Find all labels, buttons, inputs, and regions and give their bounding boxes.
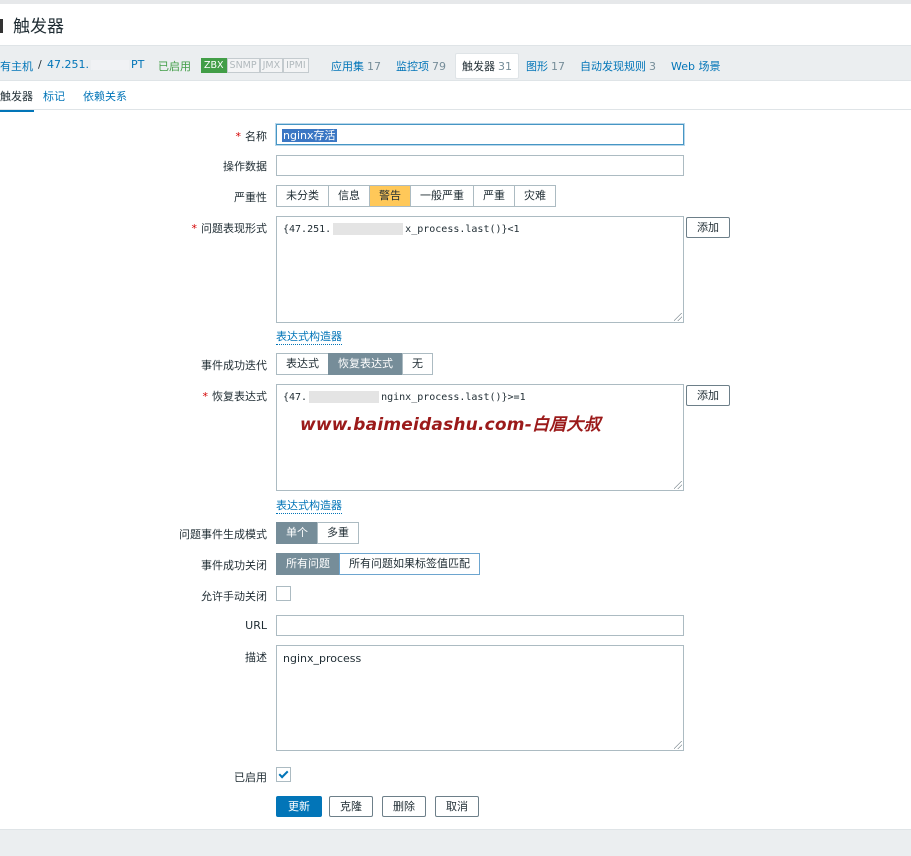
generation-mode-label: 问题事件生成模式	[179, 528, 267, 541]
severity-average[interactable]: 一般严重	[410, 185, 474, 207]
recovery-expression-add-button[interactable]: 添加	[686, 385, 730, 406]
page-title: 触发器	[13, 17, 64, 37]
watermark: www.baimeidashu.com-白眉大叔	[300, 415, 601, 435]
resize-handle-icon[interactable]	[674, 313, 682, 321]
clone-button[interactable]: 克隆	[329, 796, 373, 817]
recovery-expression-builder-link[interactable]: 表达式构造器	[276, 497, 342, 514]
ok-event-none[interactable]: 无	[402, 353, 433, 375]
severity-selector: 未分类 信息 警告 一般严重 严重 灾难	[276, 185, 556, 207]
footer-bar	[0, 829, 911, 856]
sidebar-toggle-icon[interactable]	[0, 19, 3, 33]
enabled-label: 已启用	[234, 771, 267, 784]
breadcrumb-applications[interactable]: 应用集 17	[331, 58, 381, 74]
problem-expression-builder-link[interactable]: 表达式构造器	[276, 328, 342, 345]
generation-mode-multiple[interactable]: 多重	[317, 522, 359, 544]
problem-expression-add-button[interactable]: 添加	[686, 217, 730, 238]
ok-close-all-problems[interactable]: 所有问题	[276, 553, 340, 575]
breadcrumb-all-hosts[interactable]: 有主机	[0, 58, 33, 74]
tab-triggers[interactable]: 触发器	[0, 88, 34, 112]
zbx-badge: ZBX	[201, 58, 227, 73]
manual-close-label: 允许手动关闭	[201, 590, 267, 603]
interface-badges: ZBX SNMP JMX IPMI	[201, 58, 309, 73]
manual-close-checkbox[interactable]	[276, 586, 291, 601]
ok-event-recovery-expression[interactable]: 恢复表达式	[328, 353, 403, 375]
breadcrumb-items[interactable]: 监控项 79	[396, 58, 446, 74]
enabled-checkbox[interactable]	[276, 767, 291, 782]
opdata-input[interactable]	[276, 155, 684, 176]
breadcrumb-graphs[interactable]: 图形 17	[526, 58, 565, 74]
recovery-expression-textarea[interactable]: {47. nginx_process.last()}>=1	[276, 384, 684, 491]
delete-button[interactable]: 删除	[382, 796, 426, 817]
description-textarea[interactable]: nginx_process	[276, 645, 684, 751]
recovery-expression-label: * 恢复表达式	[202, 390, 268, 403]
description-label: 描述	[245, 651, 267, 664]
severity-label: 严重性	[234, 191, 267, 204]
ipmi-badge: IPMI	[283, 58, 309, 73]
ok-event-expression[interactable]: 表达式	[276, 353, 329, 375]
ok-close-tag-match[interactable]: 所有问题如果标签值匹配	[339, 553, 480, 575]
tab-tags[interactable]: 标记	[43, 88, 65, 104]
generation-mode-selector: 单个 多重	[276, 522, 359, 544]
update-button[interactable]: 更新	[276, 796, 322, 817]
url-label: URL	[245, 619, 267, 632]
severity-not-classified[interactable]: 未分类	[276, 185, 329, 207]
tab-dependencies[interactable]: 依赖关系	[83, 88, 127, 104]
breadcrumb-separator: /	[38, 58, 42, 71]
severity-disaster[interactable]: 灾难	[514, 185, 556, 207]
form-tabs: 触发器 标记 依赖关系	[0, 82, 911, 112]
resize-handle-icon[interactable]	[674, 481, 682, 489]
severity-high[interactable]: 严重	[473, 185, 515, 207]
ok-close-label: 事件成功关闭	[201, 559, 267, 572]
top-strip	[0, 0, 911, 4]
generation-mode-single[interactable]: 单个	[276, 522, 318, 544]
host-status[interactable]: 已启用	[158, 58, 191, 74]
ok-close-selector: 所有问题 所有问题如果标签值匹配	[276, 553, 480, 575]
resize-handle-icon[interactable]	[674, 741, 682, 749]
breadcrumb-web[interactable]: Web 场景	[671, 58, 720, 74]
problem-expression-label: * 问题表现形式	[191, 222, 268, 235]
breadcrumb-host[interactable]: 47.251. PT	[47, 58, 144, 71]
opdata-label: 操作数据	[223, 160, 267, 173]
cancel-button[interactable]: 取消	[435, 796, 479, 817]
problem-expression-textarea[interactable]: {47.251. x_process.last()}<1	[276, 216, 684, 323]
name-input[interactable]: nginx存活	[276, 124, 684, 145]
ok-event-label: 事件成功迭代	[201, 359, 267, 372]
severity-info[interactable]: 信息	[328, 185, 370, 207]
snmp-badge: SNMP	[226, 58, 260, 73]
page-header: 触发器	[0, 6, 911, 44]
breadcrumb-discovery[interactable]: 自动发现规则 3	[580, 58, 656, 74]
jmx-badge: JMX	[259, 58, 284, 73]
ok-event-selector: 表达式 恢复表达式 无	[276, 353, 433, 375]
name-label: * 名称	[235, 130, 268, 143]
url-input[interactable]	[276, 615, 684, 636]
checkmark-icon	[278, 768, 289, 779]
breadcrumb-triggers[interactable]: 触发器 31	[455, 53, 519, 79]
host-breadcrumb-bar: 有主机 / 47.251. PT 已启用 ZBX SNMP JMX IPMI 应用…	[0, 45, 911, 81]
severity-warning[interactable]: 警告	[369, 185, 411, 207]
